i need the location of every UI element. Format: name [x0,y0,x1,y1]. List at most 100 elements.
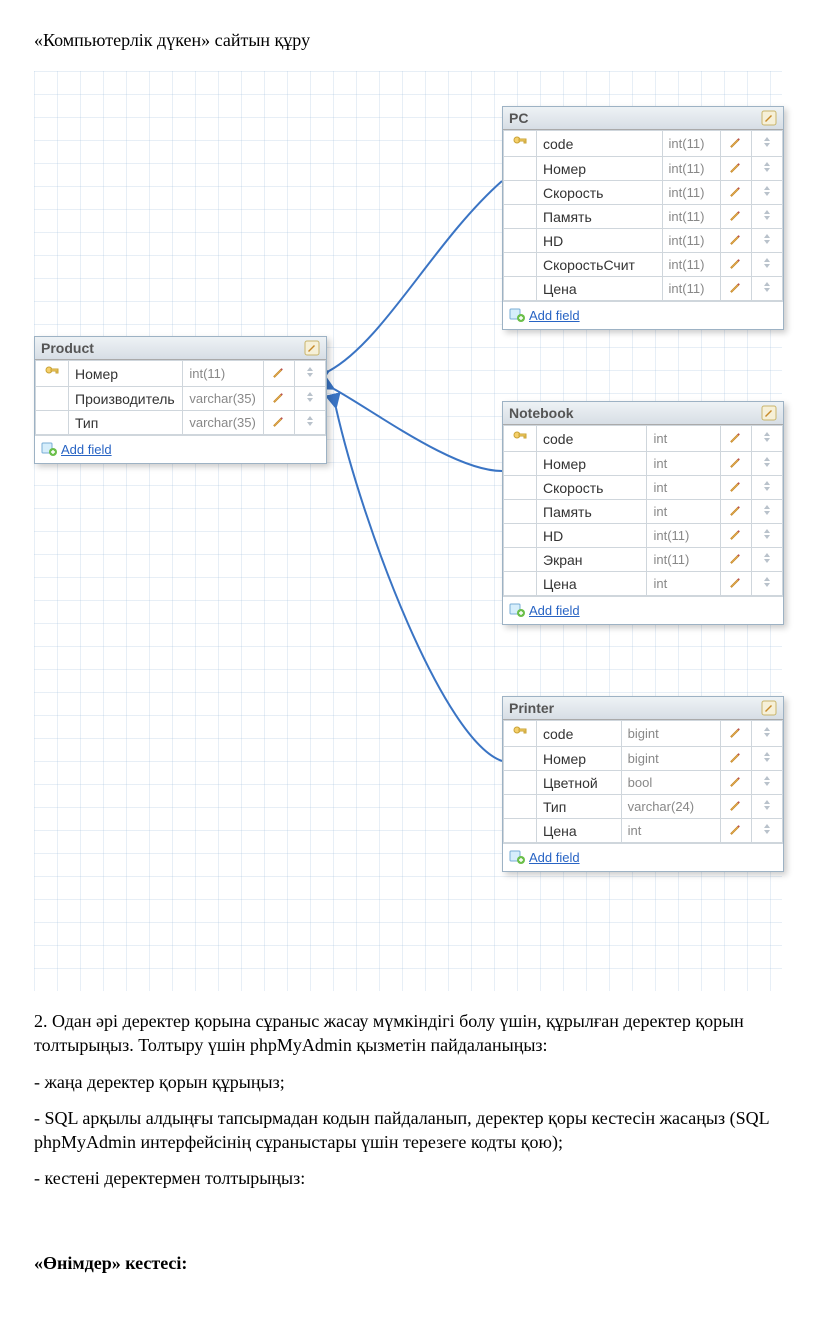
edit-field-icon[interactable] [721,795,752,819]
reorder-grip-icon[interactable] [752,548,783,572]
reorder-grip-icon[interactable] [752,452,783,476]
field-row[interactable]: Памятьint [504,500,783,524]
field-row[interactable]: Номерint(11) [504,157,783,181]
table-pc[interactable]: PC codeint(11)Номерint(11)Скоростьint(11… [502,106,784,330]
table-header[interactable]: Printer [503,697,783,720]
edit-field-icon[interactable] [721,181,752,205]
reorder-grip-icon[interactable] [752,157,783,181]
add-field-row[interactable]: Add field [503,301,783,329]
edit-field-icon[interactable] [721,721,752,747]
reorder-grip-icon[interactable] [752,819,783,843]
edit-table-icon[interactable] [761,110,777,126]
reorder-grip-icon[interactable] [752,229,783,253]
edit-table-icon[interactable] [761,405,777,421]
field-name: Номер [69,361,183,387]
primary-key-icon [504,795,537,819]
edit-field-icon[interactable] [264,387,295,411]
field-row[interactable]: Скоростьint [504,476,783,500]
field-type: int(11) [183,361,264,387]
add-field-link[interactable]: Add field [529,603,580,618]
field-row[interactable]: Цветнойbool [504,771,783,795]
field-row[interactable]: Типvarchar(35) [36,411,326,435]
primary-key-icon [504,253,537,277]
edit-field-icon[interactable] [721,253,752,277]
field-row[interactable]: Типvarchar(24) [504,795,783,819]
add-field-row[interactable]: Add field [503,843,783,871]
reorder-grip-icon[interactable] [752,524,783,548]
table-header[interactable]: Product [35,337,326,360]
field-row[interactable]: codebigint [504,721,783,747]
edit-field-icon[interactable] [721,277,752,301]
field-name: code [537,426,647,452]
field-type: int(11) [662,181,720,205]
reorder-grip-icon[interactable] [295,387,326,411]
field-row[interactable]: Ценаint [504,572,783,596]
table-header[interactable]: PC [503,107,783,130]
field-row[interactable]: Номерint(11) [36,361,326,387]
reorder-grip-icon[interactable] [752,771,783,795]
add-field-row[interactable]: Add field [35,435,326,463]
field-row[interactable]: Производительvarchar(35) [36,387,326,411]
edit-field-icon[interactable] [721,572,752,596]
table-product[interactable]: Product Номерint(11)Производительvarchar… [34,336,327,464]
edit-field-icon[interactable] [721,131,752,157]
field-row[interactable]: Экранint(11) [504,548,783,572]
edit-field-icon[interactable] [721,548,752,572]
edit-field-icon[interactable] [721,771,752,795]
table-header[interactable]: Notebook [503,402,783,425]
reorder-grip-icon[interactable] [752,476,783,500]
field-row[interactable]: СкоростьСчитint(11) [504,253,783,277]
add-field-link[interactable]: Add field [61,442,112,457]
edit-field-icon[interactable] [721,819,752,843]
field-row[interactable]: Ценаint(11) [504,277,783,301]
reorder-grip-icon[interactable] [752,426,783,452]
reorder-grip-icon[interactable] [752,277,783,301]
reorder-grip-icon[interactable] [752,500,783,524]
edit-field-icon[interactable] [721,205,752,229]
edit-field-icon[interactable] [721,426,752,452]
instruction-bullet-1: - жаңа деректер қорын құрыңыз; [34,1070,782,1094]
reorder-grip-icon[interactable] [752,131,783,157]
reorder-grip-icon[interactable] [752,721,783,747]
field-row[interactable]: HDint(11) [504,524,783,548]
edit-field-icon[interactable] [721,229,752,253]
add-field-link[interactable]: Add field [529,308,580,323]
er-diagram: Product Номерint(11)Производительvarchar… [34,71,782,991]
field-row[interactable]: Ценаint [504,819,783,843]
table-printer[interactable]: Printer codebigintНомерbigintЦветнойbool… [502,696,784,872]
edit-table-icon[interactable] [761,700,777,716]
edit-field-icon[interactable] [264,411,295,435]
edit-field-icon[interactable] [721,452,752,476]
edit-field-icon[interactable] [721,747,752,771]
edit-table-icon[interactable] [304,340,320,356]
field-row[interactable]: Номерint [504,452,783,476]
reorder-grip-icon[interactable] [295,361,326,387]
primary-key-icon [504,452,537,476]
reorder-grip-icon[interactable] [295,411,326,435]
edit-field-icon[interactable] [721,157,752,181]
field-row[interactable]: codeint [504,426,783,452]
primary-key-icon [504,721,537,747]
field-row[interactable]: Памятьint(11) [504,205,783,229]
field-row[interactable]: Номерbigint [504,747,783,771]
add-field-link[interactable]: Add field [529,850,580,865]
field-row[interactable]: Скоростьint(11) [504,181,783,205]
field-row[interactable]: HDint(11) [504,229,783,253]
reorder-grip-icon[interactable] [752,747,783,771]
edit-field-icon[interactable] [721,524,752,548]
field-type: varchar(35) [183,387,264,411]
field-row[interactable]: codeint(11) [504,131,783,157]
field-type: bool [621,771,720,795]
field-name: Цена [537,277,663,301]
reorder-grip-icon[interactable] [752,253,783,277]
table-name: PC [509,110,528,126]
reorder-grip-icon[interactable] [752,205,783,229]
edit-field-icon[interactable] [721,476,752,500]
edit-field-icon[interactable] [264,361,295,387]
table-notebook[interactable]: Notebook codeintНомерintСкоростьintПамят… [502,401,784,625]
reorder-grip-icon[interactable] [752,572,783,596]
reorder-grip-icon[interactable] [752,795,783,819]
edit-field-icon[interactable] [721,500,752,524]
add-field-row[interactable]: Add field [503,596,783,624]
reorder-grip-icon[interactable] [752,181,783,205]
